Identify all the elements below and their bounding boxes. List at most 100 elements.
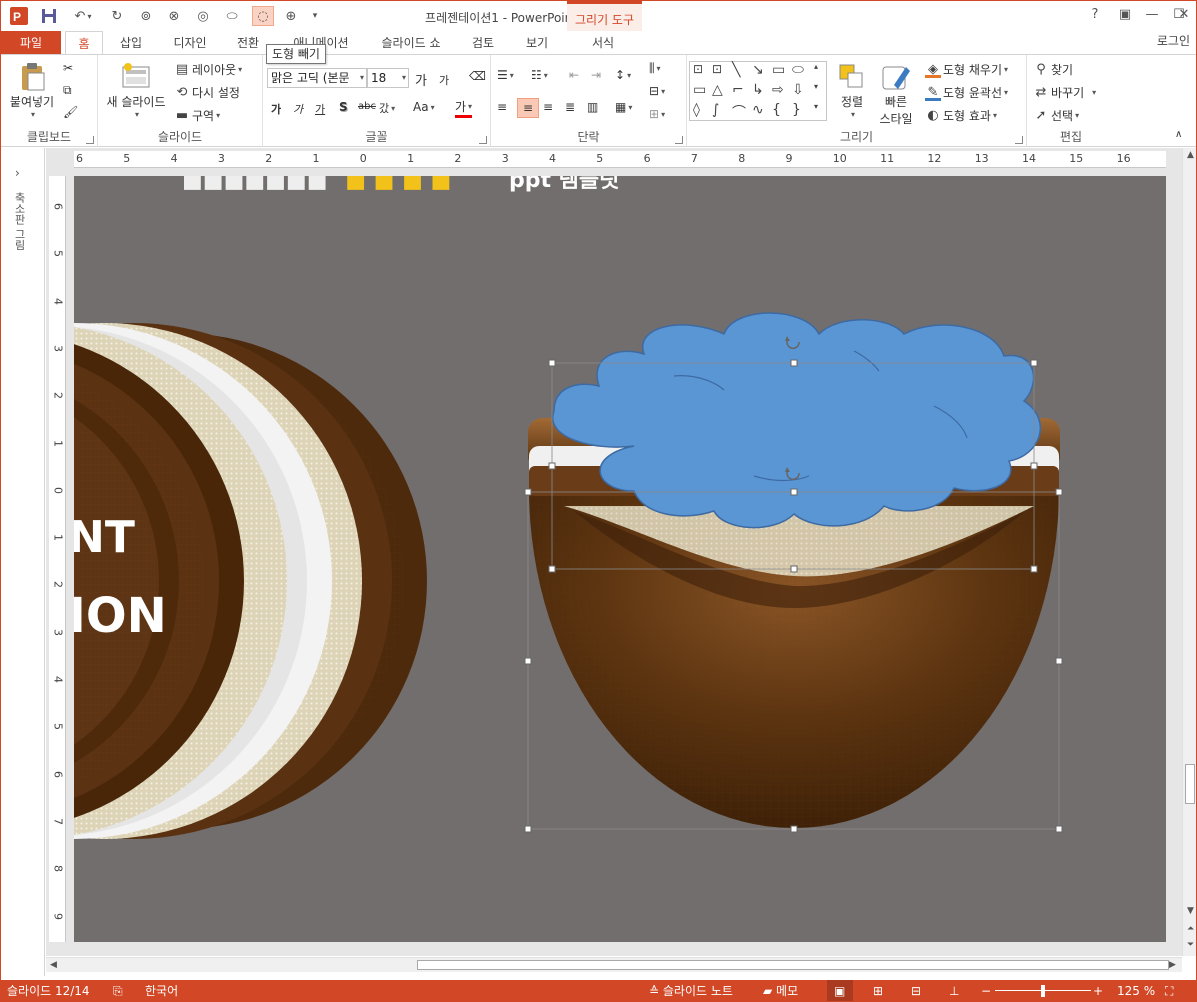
- layout-button[interactable]: ▤ 레이아웃 ▾: [174, 61, 242, 78]
- gallery-down-icon[interactable]: ▾: [814, 82, 818, 91]
- horizontal-scrollbar[interactable]: ◀ ▶: [46, 957, 1182, 972]
- justify-button[interactable]: ≣: [565, 100, 575, 114]
- smartart-button[interactable]: ⊞ ▾: [649, 107, 665, 121]
- slideshow-view-icon[interactable]: ⊥: [949, 980, 959, 1001]
- shrink-font-button[interactable]: 가: [439, 72, 449, 88]
- slide-big-text-2[interactable]: ION: [74, 588, 167, 644]
- prev-slide-icon[interactable]: ⏶: [1187, 924, 1194, 934]
- slide-title-fragment[interactable]: ■■■■■■■ ■ ■ ■ ■ ppt 템플릿: [182, 176, 619, 194]
- tab-view[interactable]: 보기: [515, 31, 559, 55]
- login-link[interactable]: 로그인: [1157, 31, 1190, 51]
- down-arrow-shape-icon[interactable]: ⇩: [792, 82, 804, 98]
- grow-font-button[interactable]: 가: [415, 70, 427, 89]
- font-name-field[interactable]: 맑은 고딕 (본문 ▾: [267, 68, 367, 88]
- shape-outline-button[interactable]: ✎ 도형 윤곽선 ▾: [925, 84, 1008, 101]
- curve-shape-icon[interactable]: ∿: [752, 102, 764, 118]
- help-icon[interactable]: ?: [1085, 7, 1105, 22]
- freeform-shape-icon[interactable]: ◊: [693, 102, 700, 118]
- tab-insert[interactable]: 삽입: [109, 31, 153, 55]
- minimize-icon[interactable]: —: [1142, 7, 1162, 22]
- brace-right-shape-icon[interactable]: }: [792, 102, 801, 118]
- numbering-button[interactable]: ☷ ▾: [531, 68, 548, 82]
- align-right-button[interactable]: ≡: [543, 100, 553, 114]
- paragraph-launcher-icon[interactable]: [675, 136, 683, 144]
- notes-button[interactable]: ≙ 슬라이드 노트: [649, 980, 733, 1001]
- zoom-level[interactable]: 125 %: [1117, 980, 1155, 1001]
- tab-transitions[interactable]: 전환: [227, 31, 269, 55]
- oval-shape-icon[interactable]: ⬭: [792, 62, 804, 78]
- fit-to-window-icon[interactable]: ⛶: [1165, 980, 1173, 1001]
- thumbnail-pane-label[interactable]: 축소판 그림: [11, 192, 27, 251]
- tab-file[interactable]: 파일: [1, 31, 61, 55]
- ribbon-display-icon[interactable]: ▣: [1115, 7, 1135, 22]
- expand-thumbnails-icon[interactable]: ›: [15, 166, 20, 180]
- brace-left-shape-icon[interactable]: {: [772, 102, 781, 118]
- arrow-line-shape-icon[interactable]: ↘: [752, 62, 764, 78]
- bold-button[interactable]: 가: [271, 101, 281, 117]
- shape-gallery[interactable]: ⊡ ⊡ ╲ ↘ ▭ ⬭ ▭ △ ⌐ ↳ ⇨ ⇩ ◊ ∫ ⌒ ∿ { } ▴ ▾: [689, 61, 827, 121]
- quick-styles-button[interactable]: 빠른 스타일: [873, 61, 919, 131]
- rectangle-shape-icon[interactable]: ▭: [772, 62, 785, 78]
- scroll-left-icon[interactable]: ◀: [50, 960, 57, 970]
- zoom-in-icon[interactable]: +: [1093, 980, 1103, 1001]
- copy-icon[interactable]: ⧉: [63, 83, 72, 98]
- vertical-scroll-thumb[interactable]: [1185, 764, 1195, 804]
- close-icon[interactable]: ✕: [1174, 7, 1194, 22]
- slide-canvas[interactable]: ■■■■■■■ ■ ■ ■ ■ ppt 템플릿 NT ION: [74, 176, 1166, 942]
- spell-check-icon[interactable]: ⎘: [113, 980, 123, 1001]
- normal-view-button[interactable]: ▣: [827, 980, 853, 1001]
- reading-view-icon[interactable]: ⊟: [911, 980, 921, 1001]
- slide-counter[interactable]: 슬라이드 12/14: [7, 980, 90, 1001]
- section-button[interactable]: ▬ 구역 ▾: [174, 107, 220, 124]
- char-spacing-button[interactable]: 갔 ▾: [379, 100, 395, 116]
- line-spacing-button[interactable]: ↕ ▾: [615, 68, 631, 82]
- tab-review[interactable]: 검토: [461, 31, 505, 55]
- strike-button[interactable]: abc: [358, 101, 376, 112]
- slide-big-text-1[interactable]: NT: [74, 512, 135, 563]
- distributed-button[interactable]: ▥: [587, 100, 598, 114]
- format-painter-icon[interactable]: 🖌: [63, 105, 78, 119]
- align-text-button[interactable]: ⊟ ▾: [649, 84, 665, 98]
- elbow-shape-icon[interactable]: ⌐: [732, 82, 744, 98]
- arrange-button[interactable]: 정렬 ▾: [835, 61, 869, 125]
- horizontal-ruler[interactable]: 6 5 4 3 2 1 0 1 2 3 4 5 6 7 8 9 10 11 12 13 14 15 16: [74, 151, 1166, 168]
- tab-home[interactable]: 홈: [65, 31, 103, 56]
- clear-format-icon[interactable]: ⌫: [469, 69, 486, 83]
- gallery-up-icon[interactable]: ▴: [814, 62, 818, 71]
- elbow-arrow-shape-icon[interactable]: ↳: [752, 82, 764, 98]
- cut-icon[interactable]: ✂: [63, 61, 73, 75]
- font-launcher-icon[interactable]: [479, 136, 487, 144]
- align-center-button[interactable]: ≡: [517, 98, 539, 118]
- scroll-right-icon[interactable]: ▶: [1169, 960, 1176, 970]
- text-direction-button[interactable]: ⫼ ▾: [649, 61, 661, 76]
- tab-slideshow[interactable]: 슬라이드 쇼: [369, 31, 453, 55]
- right-arrow-shape-icon[interactable]: ⇨: [772, 82, 784, 98]
- vertical-scrollbar[interactable]: ▲ ▼ ⏶ ⏷: [1182, 148, 1196, 956]
- slide-sorter-view-icon[interactable]: ⊞: [873, 980, 883, 1001]
- new-slide-button[interactable]: 새 슬라이드 ▾: [104, 61, 168, 123]
- next-slide-icon[interactable]: ⏷: [1187, 940, 1194, 950]
- arc-shape-icon[interactable]: ⌒: [732, 102, 746, 122]
- tab-design[interactable]: 디자인: [163, 31, 217, 55]
- zoom-out-icon[interactable]: −: [981, 980, 991, 1001]
- increase-indent-button[interactable]: ⇥: [591, 68, 601, 82]
- collapse-ribbon-icon[interactable]: ∧: [1175, 129, 1182, 140]
- change-case-button[interactable]: Aa ▾: [413, 100, 435, 114]
- decrease-indent-button[interactable]: ⇤: [569, 68, 579, 82]
- reset-button[interactable]: ⟲ 다시 설정: [174, 84, 240, 101]
- replace-button[interactable]: ⇄ 바꾸기 ▾: [1033, 84, 1097, 101]
- shadow-button[interactable]: S: [339, 100, 348, 114]
- tab-format[interactable]: 서식: [577, 31, 629, 55]
- textbox-shape-icon[interactable]: ⊡: [693, 62, 703, 76]
- scribble-shape-icon[interactable]: ∫: [712, 102, 719, 118]
- rect-shape-icon[interactable]: ▭: [693, 82, 706, 98]
- find-button[interactable]: ⚲ 찾기: [1033, 61, 1073, 78]
- line-shape-icon[interactable]: ╲: [732, 62, 740, 78]
- underline-button[interactable]: 가: [315, 101, 325, 117]
- gallery-more-icon[interactable]: ▾: [814, 102, 818, 111]
- shape-effects-button[interactable]: ◐ 도형 효과 ▾: [925, 107, 997, 124]
- language-indicator[interactable]: 한국어: [145, 980, 178, 1001]
- horizontal-scroll-thumb[interactable]: [417, 960, 1169, 970]
- comments-button[interactable]: ▰ 메모: [763, 980, 798, 1001]
- vertical-textbox-shape-icon[interactable]: ⊡: [712, 62, 722, 76]
